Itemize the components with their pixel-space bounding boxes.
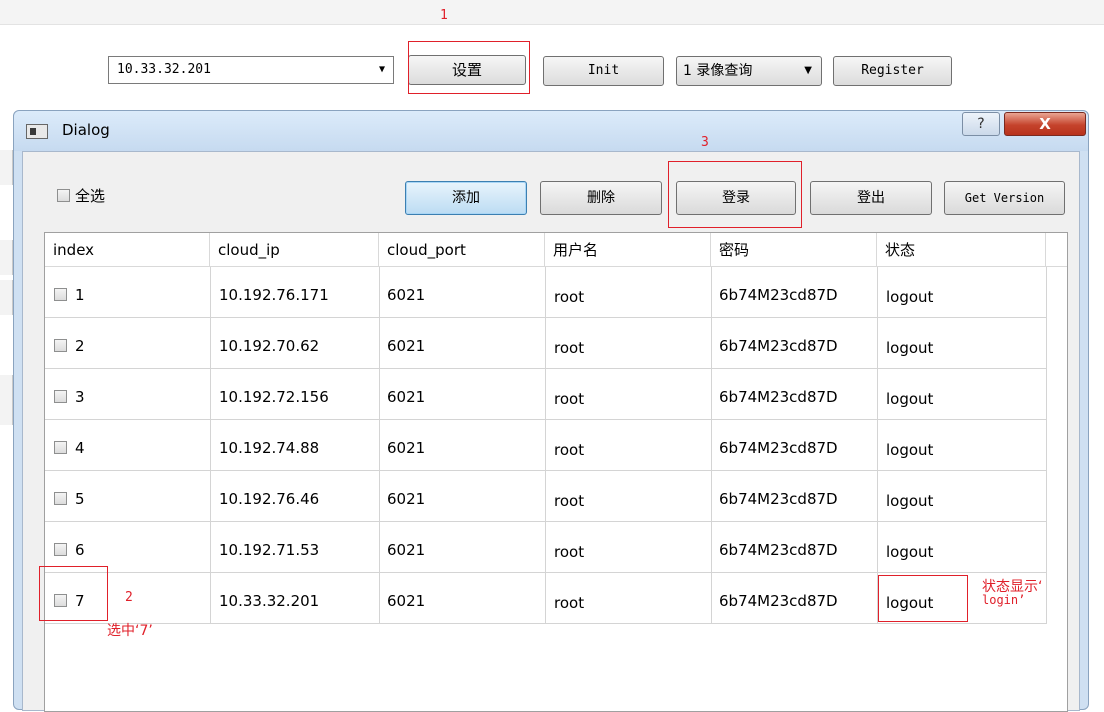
window-icon [26,124,48,139]
close-button[interactable]: X [1004,112,1086,136]
cell-password: 6b74M23cd87D [719,592,838,610]
cell-cloud-ip: 10.33.32.201 [219,592,320,610]
cell-username: root [554,339,585,357]
background-window-fragment [0,375,13,425]
logout-button[interactable]: 登出 [810,181,932,215]
cell-index: 6 [75,541,85,559]
column-header-status[interactable]: 状态 [877,233,1046,267]
cell-password: 6b74M23cd87D [719,439,838,457]
annotation-status-line2: login’ [982,593,1026,607]
cell-password: 6b74M23cd87D [719,541,838,559]
add-button[interactable]: 添加 [405,181,527,215]
annotation-step-3: 3 [701,135,709,150]
cell-cloud-port: 6021 [387,439,426,457]
cell-index: 4 [75,439,85,457]
dialog-title: Dialog [62,121,110,139]
column-header-cloud-ip[interactable]: cloud_ip [210,233,379,267]
column-header-cloud-port[interactable]: cloud_port [379,233,545,267]
column-header-username[interactable]: 用户名 [545,233,711,267]
row-checkbox[interactable] [54,543,67,556]
cell-password: 6b74M23cd87D [719,388,838,406]
row-checkbox[interactable] [54,390,67,403]
cell-cloud-port: 6021 [387,541,426,559]
background-window-fragment [0,150,13,185]
cell-index: 2 [75,337,85,355]
init-button[interactable]: Init [543,56,664,86]
cell-cloud-ip: 10.192.71.53 [219,541,320,559]
row-checkbox[interactable] [54,339,67,352]
query-select-value: 1 录像查询 [683,63,753,79]
get-version-button[interactable]: Get Version [944,181,1065,215]
chevron-down-icon: ▼ [804,65,812,76]
cell-index: 3 [75,388,85,406]
cell-status: logout [886,492,934,510]
background-window-fragment [0,280,13,315]
cell-username: root [554,390,585,408]
cell-cloud-ip: 10.192.70.62 [219,337,320,355]
delete-button[interactable]: 删除 [540,181,662,215]
cell-cloud-port: 6021 [387,592,426,610]
ip-select-value: 10.33.32.201 [117,62,211,77]
row-checkbox[interactable] [54,441,67,454]
cell-username: root [554,441,585,459]
cell-cloud-ip: 10.192.76.171 [219,286,329,304]
annotation-step-1: 1 [440,8,448,23]
cell-username: root [554,288,585,306]
annotation-box-status [878,575,968,622]
row-checkbox[interactable] [54,492,67,505]
cell-status: logout [886,390,934,408]
cell-cloud-port: 6021 [387,337,426,355]
cell-password: 6b74M23cd87D [719,286,838,304]
cell-index: 5 [75,490,85,508]
cell-cloud-port: 6021 [387,388,426,406]
query-select[interactable]: 1 录像查询 ▼ [676,56,822,86]
cell-password: 6b74M23cd87D [719,490,838,508]
select-all-label: 全选 [75,187,106,205]
cell-status: logout [886,339,934,357]
cell-index: 1 [75,286,85,304]
cell-password: 6b74M23cd87D [719,337,838,355]
background-window-fragment [0,240,13,275]
cell-cloud-port: 6021 [387,286,426,304]
cell-username: root [554,594,585,612]
cell-status: logout [886,441,934,459]
dialog-titlebar[interactable] [14,111,1088,151]
annotation-box-settings [408,41,530,94]
column-header-index[interactable]: index [45,233,210,267]
cell-cloud-ip: 10.192.76.46 [219,490,320,508]
cell-username: root [554,492,585,510]
ip-select[interactable]: 10.33.32.201 ▼ [108,56,394,84]
help-button[interactable]: ? [962,112,1000,136]
select-all-checkbox[interactable] [57,189,70,202]
grid-line [1046,267,1047,624]
cell-username: root [554,543,585,561]
column-header-password[interactable]: 密码 [711,233,877,267]
cell-cloud-ip: 10.192.72.156 [219,388,329,406]
chevron-down-icon: ▼ [378,64,385,75]
cell-cloud-ip: 10.192.74.88 [219,439,320,457]
annotation-box-row-7 [39,566,108,621]
annotation-step-2: 2 [125,590,133,605]
cell-status: logout [886,288,934,306]
window-top-strip [0,0,1104,25]
cell-status: logout [886,543,934,561]
cell-cloud-port: 6021 [387,490,426,508]
annotation-select-7: 选中‘7’ [107,623,153,639]
register-button[interactable]: Register [833,56,952,86]
row-checkbox[interactable] [54,288,67,301]
annotation-box-login [668,161,802,228]
